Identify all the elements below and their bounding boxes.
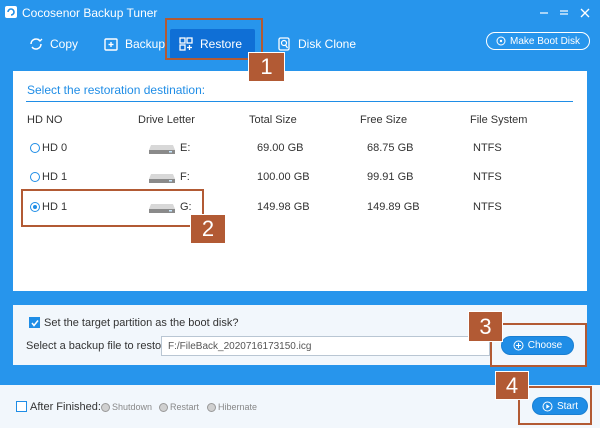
- hibernate-radio[interactable]: [207, 403, 216, 412]
- close-button[interactable]: [576, 4, 594, 22]
- app-title: Cocosenor Backup Tuner: [22, 6, 158, 20]
- checkmark-icon: [31, 320, 39, 327]
- backup-file-input[interactable]: F:/FileBack_2020716173150.icg: [161, 336, 490, 356]
- row-letter: F:: [180, 171, 190, 183]
- row-hd: HD 0: [42, 142, 68, 154]
- title-bar: Cocosenor Backup Tuner: [0, 0, 600, 26]
- after-finished-checkbox[interactable]: [16, 401, 27, 412]
- section-title: Select the restoration destination:: [27, 83, 206, 97]
- annotation-number-2: 2: [190, 214, 226, 244]
- restore-destination-panel: Select the restoration destination: HD N…: [13, 71, 587, 291]
- annotation-number-4: 4: [495, 371, 529, 400]
- col-header-file-system: File System: [470, 114, 528, 126]
- row-fs: NTFS: [473, 142, 502, 154]
- annotation-number-3: 3: [468, 311, 503, 342]
- row-free: 68.75 GB: [367, 142, 414, 154]
- hard-drive-icon: [149, 145, 175, 154]
- app-window: Cocosenor Backup Tuner Copy Backup Resto…: [0, 0, 600, 428]
- tab-copy[interactable]: Copy: [28, 29, 78, 59]
- tab-disk-clone-label: Disk Clone: [298, 37, 357, 51]
- tab-backup[interactable]: Backup: [103, 29, 165, 59]
- col-header-drive-letter: Drive Letter: [138, 114, 195, 126]
- section-divider: [26, 101, 573, 102]
- annotation-box-4: [518, 386, 592, 425]
- tab-disk-clone[interactable]: Disk Clone: [276, 29, 356, 59]
- hibernate-label: Hibernate: [218, 402, 258, 412]
- restart-radio[interactable]: [159, 403, 168, 412]
- annotation-box-3: [490, 323, 587, 367]
- after-finished-label: After Finished:: [30, 401, 101, 413]
- row-total: 100.00 GB: [257, 171, 310, 183]
- restart-label: Restart: [170, 402, 200, 412]
- shutdown-label: Shutdown: [112, 402, 153, 412]
- backup-file-label: Select a backup file to restore:: [26, 340, 174, 352]
- row-fs: NTFS: [473, 201, 502, 213]
- copy-icon: [30, 38, 43, 50]
- close-icon: [580, 8, 590, 18]
- settings-button[interactable]: [555, 4, 573, 22]
- make-boot-disk-button[interactable]: Make Boot Disk: [486, 32, 590, 50]
- row-letter: E:: [180, 142, 191, 154]
- tab-copy-label: Copy: [50, 37, 79, 51]
- disc-icon: [496, 36, 506, 46]
- row-free: 149.89 GB: [367, 201, 420, 213]
- backup-icon: [104, 38, 118, 51]
- minimize-button[interactable]: [535, 4, 553, 22]
- make-boot-disk-label: Make Boot Disk: [509, 35, 581, 47]
- col-header-hd-no: HD NO: [27, 114, 63, 126]
- row-hd: HD 1: [42, 171, 68, 183]
- shutdown-radio[interactable]: [101, 403, 110, 412]
- minimize-icon: [540, 12, 548, 14]
- row-total: 149.98 GB: [257, 201, 310, 213]
- row-radio[interactable]: [30, 143, 40, 153]
- app-logo-icon: [5, 6, 17, 18]
- tab-backup-label: Backup: [125, 37, 166, 51]
- row-radio[interactable]: [30, 172, 40, 182]
- row-free: 99.91 GB: [367, 171, 414, 183]
- disk-clone-icon: [278, 37, 290, 51]
- boot-disk-label: Set the target partition as the boot dis…: [44, 317, 239, 329]
- col-header-free-size: Free Size: [360, 114, 408, 126]
- boot-disk-checkbox[interactable]: [29, 317, 40, 328]
- col-header-total-size: Total Size: [249, 114, 297, 126]
- menu-icon: [560, 10, 568, 15]
- hard-drive-icon: [149, 174, 175, 183]
- annotation-number-1: 1: [248, 52, 285, 82]
- annotation-box-2: [21, 189, 204, 227]
- row-fs: NTFS: [473, 171, 502, 183]
- row-total: 69.00 GB: [257, 142, 304, 154]
